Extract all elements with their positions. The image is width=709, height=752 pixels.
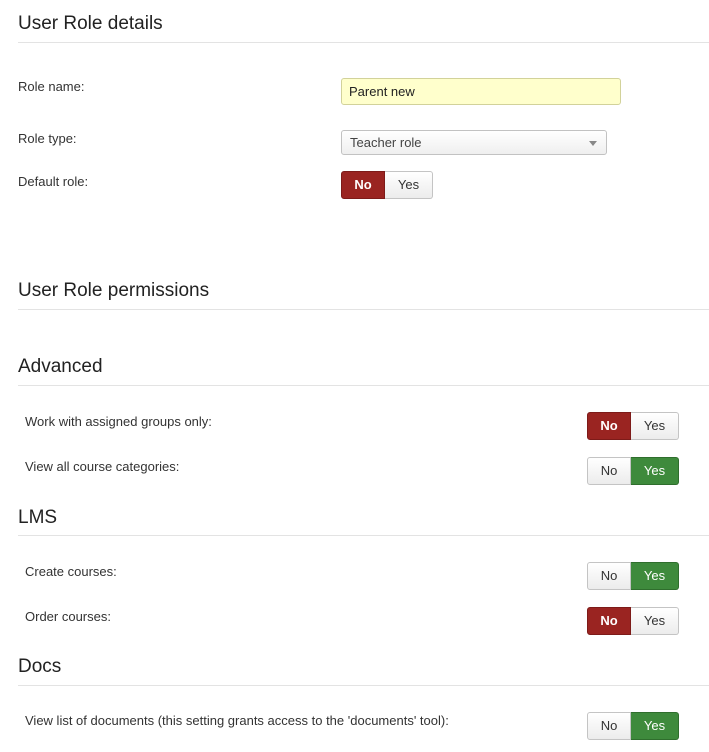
section-heading-lms: LMS: [18, 507, 58, 528]
user-role-page: User Role details Role name: Role type: …: [0, 0, 709, 752]
role-type-select[interactable]: Teacher role: [341, 130, 607, 155]
course-categories-no-button[interactable]: No: [587, 457, 631, 485]
section-divider: [18, 42, 709, 43]
section-divider: [18, 385, 709, 386]
permission-label-order-courses: Order courses:: [25, 609, 111, 624]
create-courses-no-button[interactable]: No: [587, 562, 631, 590]
order-courses-yes-button[interactable]: Yes: [631, 607, 679, 635]
create-courses-yes-button[interactable]: Yes: [631, 562, 679, 590]
assigned-groups-no-button[interactable]: No: [587, 412, 631, 440]
order-courses-no-button[interactable]: No: [587, 607, 631, 635]
role-type-label: Role type:: [18, 131, 77, 146]
assigned-groups-toggle[interactable]: No Yes: [587, 412, 679, 440]
default-role-yes-button[interactable]: Yes: [385, 171, 433, 199]
course-categories-yes-button[interactable]: Yes: [631, 457, 679, 485]
section-heading-docs: Docs: [18, 656, 62, 677]
permission-label-assigned-groups: Work with assigned groups only:: [25, 414, 212, 429]
chevron-down-icon: [589, 141, 597, 146]
permission-label-create-courses: Create courses:: [25, 564, 117, 579]
section-heading-advanced: Advanced: [18, 356, 103, 377]
assigned-groups-yes-button[interactable]: Yes: [631, 412, 679, 440]
role-name-label: Role name:: [18, 79, 85, 94]
view-documents-toggle[interactable]: No Yes: [587, 712, 679, 740]
permission-label-course-categories: View all course categories:: [25, 459, 180, 474]
role-name-input[interactable]: [341, 78, 621, 105]
default-role-label: Default role:: [18, 174, 89, 189]
section-divider: [18, 535, 709, 536]
default-role-no-button[interactable]: No: [341, 171, 385, 199]
order-courses-toggle[interactable]: No Yes: [587, 607, 679, 635]
section-heading-permissions: User Role permissions: [18, 280, 210, 301]
view-documents-no-button[interactable]: No: [587, 712, 631, 740]
default-role-toggle[interactable]: No Yes: [341, 171, 433, 199]
course-categories-toggle[interactable]: No Yes: [587, 457, 679, 485]
create-courses-toggle[interactable]: No Yes: [587, 562, 679, 590]
section-heading-details: User Role details: [18, 13, 163, 34]
view-documents-yes-button[interactable]: Yes: [631, 712, 679, 740]
section-divider: [18, 685, 709, 686]
section-divider: [18, 309, 709, 310]
role-type-selected-value: Teacher role: [350, 135, 422, 150]
permission-label-view-documents: View list of documents (this setting gra…: [25, 713, 449, 728]
